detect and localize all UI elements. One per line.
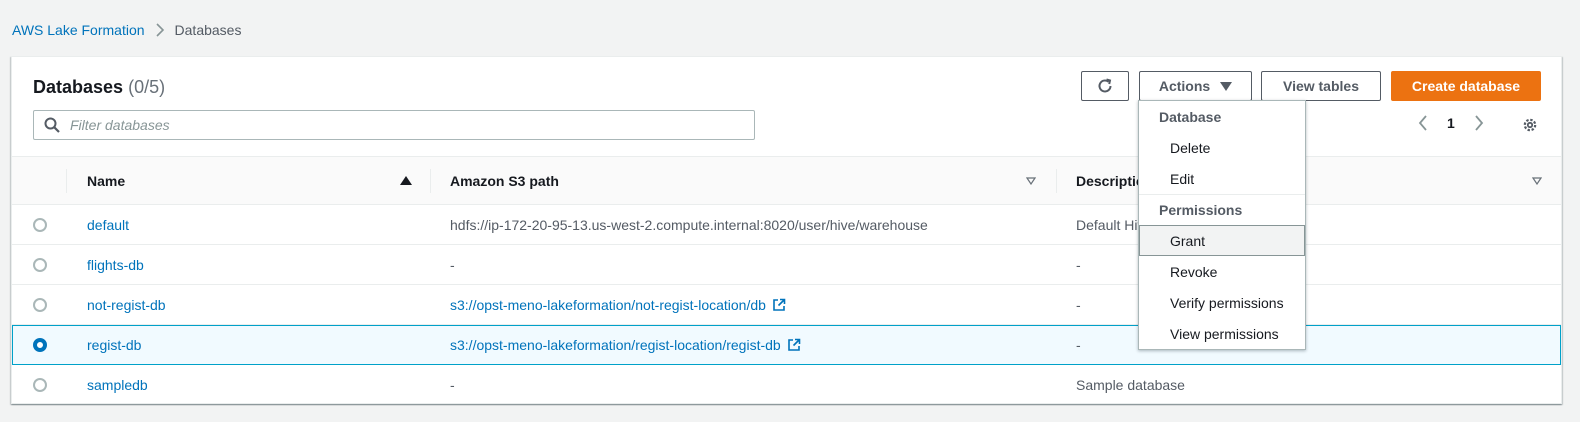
menu-group-database: Database (1159, 108, 1222, 125)
chevron-left-icon[interactable] (1417, 115, 1429, 131)
description: - (1076, 256, 1081, 273)
row-radio[interactable] (33, 218, 47, 232)
databases-table: Name Amazon S3 path Description default … (12, 156, 1561, 405)
menu-item-verify-permissions[interactable]: Verify permissions (1139, 287, 1305, 318)
view-tables-button[interactable]: View tables (1261, 71, 1381, 101)
table-row[interactable]: not-regist-db s3://opst-meno-lakeformati… (12, 285, 1561, 325)
database-name-link[interactable]: default (87, 205, 129, 244)
table-row[interactable]: regist-db s3://opst-meno-lakeformation/r… (12, 325, 1561, 365)
page-title: Databases (0/5) (33, 77, 165, 98)
table-row[interactable]: flights-db - - (12, 245, 1561, 285)
row-radio[interactable] (33, 378, 47, 392)
create-database-button[interactable]: Create database (1391, 71, 1541, 101)
table-row[interactable]: sampledb - Sample database (12, 365, 1561, 405)
database-name-link[interactable]: flights-db (87, 245, 144, 284)
filter-databases-input[interactable] (70, 117, 710, 133)
actions-dropdown-menu: Database Delete Edit Permissions Grant R… (1138, 100, 1306, 350)
menu-item-delete[interactable]: Delete (1139, 132, 1305, 163)
column-divider (1056, 169, 1057, 193)
sort-icon[interactable] (1026, 177, 1036, 185)
databases-panel: Databases (0/5) Actions View tables Crea… (11, 56, 1562, 404)
menu-item-view-permissions[interactable]: View permissions (1139, 318, 1305, 349)
external-link-icon (787, 338, 801, 351)
breadcrumb: AWS Lake Formation Databases (12, 22, 241, 38)
s3-path: - (450, 376, 455, 393)
s3-path: hdfs://ip-172-20-95-13.us-west-2.compute… (450, 216, 928, 233)
actions-button[interactable]: Actions (1139, 71, 1252, 101)
s3-path-link[interactable]: s3://opst-meno-lakeformation/not-regist-… (450, 285, 786, 324)
selection-count: (0/5) (128, 77, 166, 97)
caret-down-icon (1220, 81, 1233, 91)
pagination: 1 (1417, 115, 1485, 131)
sort-ascending-icon[interactable] (400, 176, 412, 185)
chevron-right-icon (155, 23, 165, 37)
external-link-icon (773, 298, 786, 311)
description: - (1076, 296, 1081, 313)
menu-item-revoke[interactable]: Revoke (1139, 256, 1305, 287)
search-icon (44, 117, 60, 133)
column-divider (66, 169, 67, 193)
refresh-button[interactable] (1081, 71, 1129, 101)
page-number[interactable]: 1 (1447, 115, 1455, 131)
filter-box[interactable] (33, 110, 755, 140)
breadcrumb-lake-formation-link[interactable]: AWS Lake Formation (12, 22, 145, 38)
description: - (1076, 336, 1081, 353)
table-row[interactable]: default hdfs://ip-172-20-95-13.us-west-2… (12, 205, 1561, 245)
settings-gear-icon[interactable] (1522, 117, 1538, 133)
menu-item-edit[interactable]: Edit (1139, 163, 1305, 194)
breadcrumb-current: Databases (174, 22, 242, 38)
sort-icon[interactable] (1532, 177, 1542, 185)
refresh-icon (1098, 78, 1112, 93)
table-header: Name Amazon S3 path Description (12, 156, 1561, 205)
description: Sample database (1076, 376, 1185, 393)
database-name-link[interactable]: not-regist-db (87, 285, 166, 324)
menu-group-permissions: Permissions (1139, 194, 1305, 225)
database-name-link[interactable]: regist-db (87, 325, 141, 364)
row-radio[interactable] (33, 338, 47, 352)
column-header-name[interactable]: Name (87, 157, 125, 205)
menu-item-grant[interactable]: Grant (1139, 225, 1305, 256)
row-radio[interactable] (33, 258, 47, 272)
s3-path-text: s3://opst-meno-lakeformation/not-regist-… (450, 296, 766, 313)
s3-path-link[interactable]: s3://opst-meno-lakeformation/regist-loca… (450, 325, 801, 364)
column-divider (430, 169, 431, 193)
chevron-right-icon[interactable] (1473, 115, 1485, 131)
panel-title-text: Databases (33, 77, 124, 97)
database-name-link[interactable]: sampledb (87, 365, 148, 404)
s3-path-text: s3://opst-meno-lakeformation/regist-loca… (450, 336, 781, 353)
column-header-s3-path[interactable]: Amazon S3 path (450, 157, 559, 205)
actions-label: Actions (1158, 78, 1211, 94)
s3-path: - (450, 256, 455, 273)
row-radio[interactable] (33, 298, 47, 312)
